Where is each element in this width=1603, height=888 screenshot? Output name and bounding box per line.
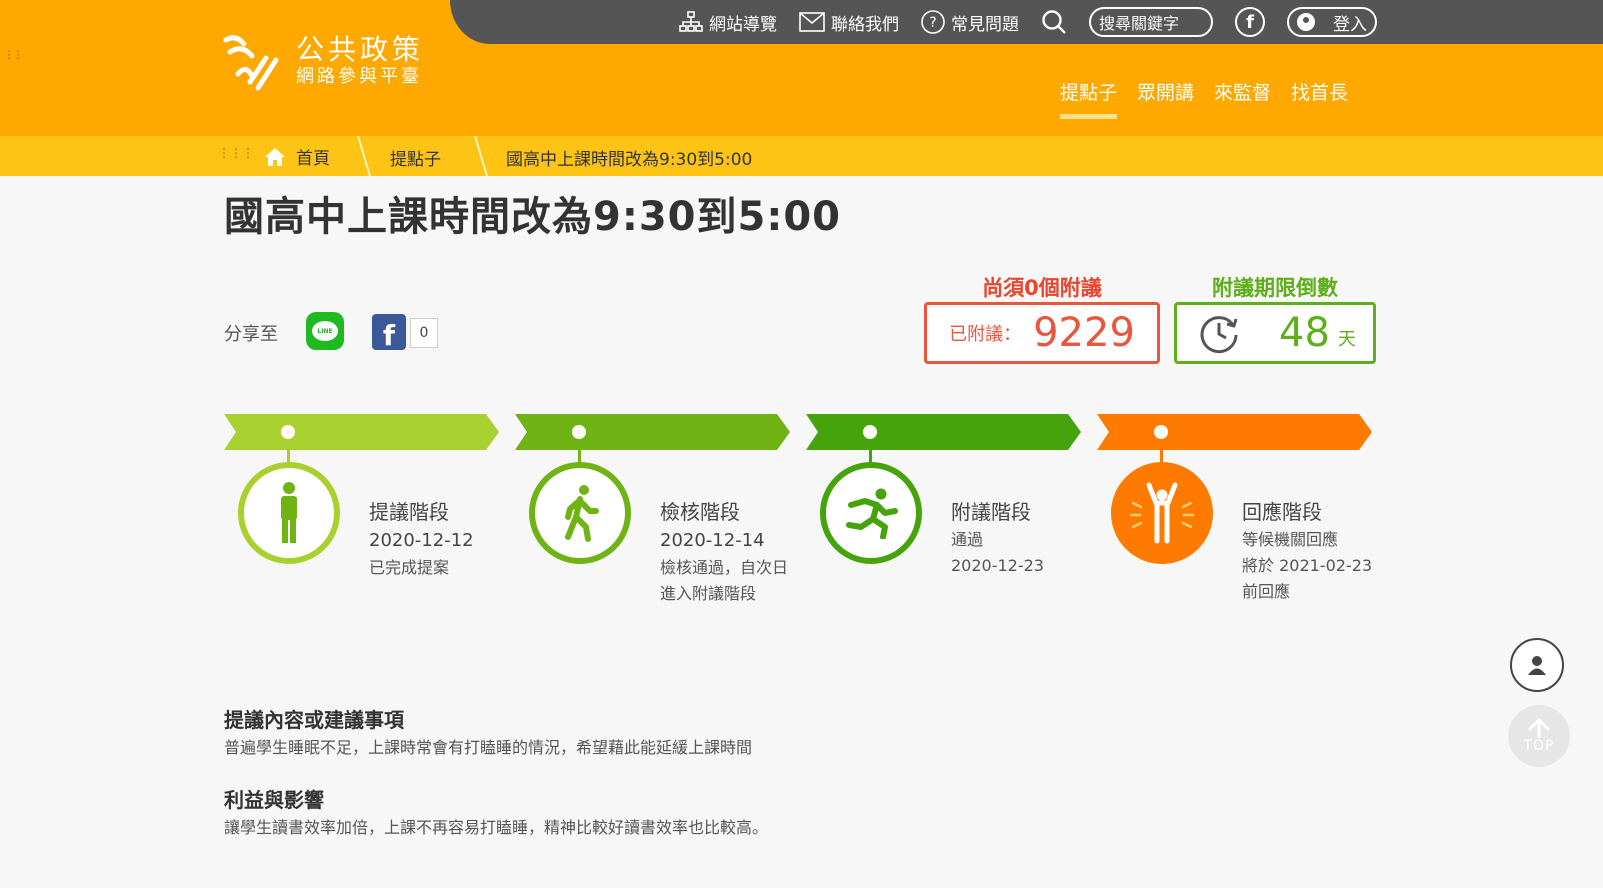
floating-user-button[interactable]	[1510, 638, 1564, 692]
proposal-content-heading: 提議內容或建議事項	[224, 708, 404, 732]
stage-line2: 將於 2021-02-23 前回應	[1242, 556, 1373, 601]
nav-discuss[interactable]: 眾開講	[1137, 78, 1194, 119]
breadcrumb-separator-icon	[357, 136, 371, 176]
stage-second: 附議階段 通過 2020-12-23	[806, 414, 1096, 614]
search-icon[interactable]	[1041, 9, 1067, 35]
stage-title: 檢核階段	[660, 500, 740, 524]
stage-proposal: 提議階段 2020-12-12 已完成提案	[224, 414, 514, 614]
site-header: ⋮⋮ 公共政策 網路參與平臺 網站導覽 聯絡我們 ? 常見問題 搜尋關鍵字 f …	[0, 0, 1603, 136]
stage-title: 回應階段	[1242, 500, 1322, 524]
breadcrumb-current: 國高中上課時間改為9:30到5:00	[506, 150, 753, 170]
breadcrumb-dots-icon: ⋮⋮⋮	[218, 146, 254, 160]
countdown-box: 48 天	[1174, 302, 1376, 364]
benefits-body: 讓學生讀書效率加倍，上課不再容易打瞌睡，精神比較好讀書效率也比較高。	[224, 818, 769, 837]
contact-label: 聯絡我們	[831, 14, 899, 35]
stage-arrow-icon	[224, 414, 499, 450]
main-nav: 提點子 眾開講 來監督 找首長	[1059, 78, 1348, 119]
stage-arrow-icon	[1097, 414, 1372, 450]
search-input[interactable]: 搜尋關鍵字	[1089, 7, 1213, 37]
site-logo[interactable]: 公共政策 網路參與平臺	[222, 30, 424, 92]
mail-icon	[799, 12, 825, 32]
nav-officials[interactable]: 找首長	[1291, 78, 1348, 119]
sitemap-label: 網站導覽	[709, 14, 777, 35]
breadcrumb-home[interactable]: 首頁	[264, 144, 330, 169]
countdown-unit: 天	[1337, 329, 1356, 350]
stage-line1: 通過	[951, 530, 984, 549]
stage-review-ring	[529, 462, 631, 564]
seconded-value: 9229	[1033, 310, 1135, 356]
nav-supervise[interactable]: 來監督	[1214, 78, 1271, 119]
countdown-label: 附議期限倒數	[1212, 276, 1338, 300]
stage-arrow-icon	[515, 414, 790, 450]
svg-text:?: ?	[929, 15, 936, 31]
line-share-icon[interactable]: LINE	[306, 312, 344, 350]
clock-icon	[1200, 316, 1238, 354]
benefits-heading: 利益與影響	[224, 788, 324, 812]
proposal-content-body: 普遍學生睡眠不足，上課時常會有打瞌睡的情況，希望藉此能延緩上課時間	[224, 738, 753, 757]
login-button[interactable]: 登入	[1287, 7, 1377, 37]
question-icon: ?	[921, 10, 945, 34]
menu-dots-icon[interactable]: ⋮⋮	[4, 50, 23, 61]
page-title: 國高中上課時間改為9:30到5:00	[224, 194, 841, 240]
logo-title: 公共政策	[296, 33, 425, 66]
stage-line1: 2020-12-12	[369, 530, 474, 551]
stage-review: 檢核階段 2020-12-14 檢核通過，自次日進入附議階段	[515, 414, 805, 614]
facebook-share-icon[interactable]: f	[372, 314, 406, 350]
breadcrumb-separator-icon	[474, 136, 488, 176]
back-to-top-button[interactable]: TOP	[1508, 705, 1570, 767]
faq-label: 常見問題	[951, 14, 1019, 35]
breadcrumb: ⋮⋮⋮ 首頁 提點子 國高中上課時間改為9:30到5:00	[0, 136, 1603, 176]
seconded-count-box: 已附議： 9229	[924, 302, 1160, 364]
user-icon	[1297, 13, 1315, 31]
stage-proposal-ring	[238, 462, 340, 564]
seconded-label: 已附議：	[949, 324, 1022, 345]
home-icon	[265, 147, 285, 166]
user-icon	[1528, 656, 1546, 675]
breadcrumb-home-label: 首頁	[296, 149, 330, 169]
line-text: LINE	[312, 321, 338, 341]
stage-response-ring	[1111, 462, 1213, 564]
back-to-top-label: TOP	[1523, 738, 1555, 754]
utility-bar: 網站導覽 聯絡我們 ? 常見問題 搜尋關鍵字 f 登入	[450, 0, 1603, 44]
stage-line2: 2020-12-23	[951, 556, 1044, 575]
running-person-icon	[846, 488, 898, 539]
breadcrumb-section[interactable]: 提點子	[390, 145, 441, 170]
sitemap-link[interactable]: 網站導覽	[679, 10, 777, 35]
stage-line1: 等候機關回應	[1242, 530, 1339, 549]
arrow-up-icon	[1527, 718, 1551, 738]
nav-ideas[interactable]: 提點子	[1059, 78, 1117, 119]
countdown-value: 48	[1279, 310, 1330, 356]
stage-title: 提議階段	[369, 500, 449, 524]
stage-line2: 檢核通過，自次日進入附議階段	[660, 558, 789, 603]
logo-subtitle: 網路參與平臺	[296, 66, 422, 87]
stage-response: 回應階段 等候機關回應 將於 2021-02-23 前回應	[1097, 414, 1387, 614]
stage-second-ring	[820, 462, 922, 564]
login-label: 登入	[1333, 14, 1367, 35]
facebook-icon[interactable]: f	[1235, 7, 1265, 37]
walking-person-icon	[565, 485, 599, 542]
remaining-seconds-label: 尚須0個附議	[982, 276, 1102, 300]
contact-link[interactable]: 聯絡我們	[799, 10, 899, 35]
cheering-person-icon	[1129, 482, 1195, 544]
stage-line1: 2020-12-14	[660, 530, 765, 551]
share-label: 分享至	[224, 324, 278, 345]
sitemap-icon	[679, 11, 703, 32]
stage-arrow-icon	[806, 414, 1081, 450]
facebook-share-count: 0	[410, 318, 438, 348]
faq-link[interactable]: ? 常見問題	[921, 10, 1019, 35]
stage-title: 附議階段	[951, 500, 1031, 524]
stage-line2: 已完成提案	[369, 558, 450, 577]
standing-person-icon	[281, 482, 297, 543]
logo-mark-icon	[223, 35, 279, 91]
